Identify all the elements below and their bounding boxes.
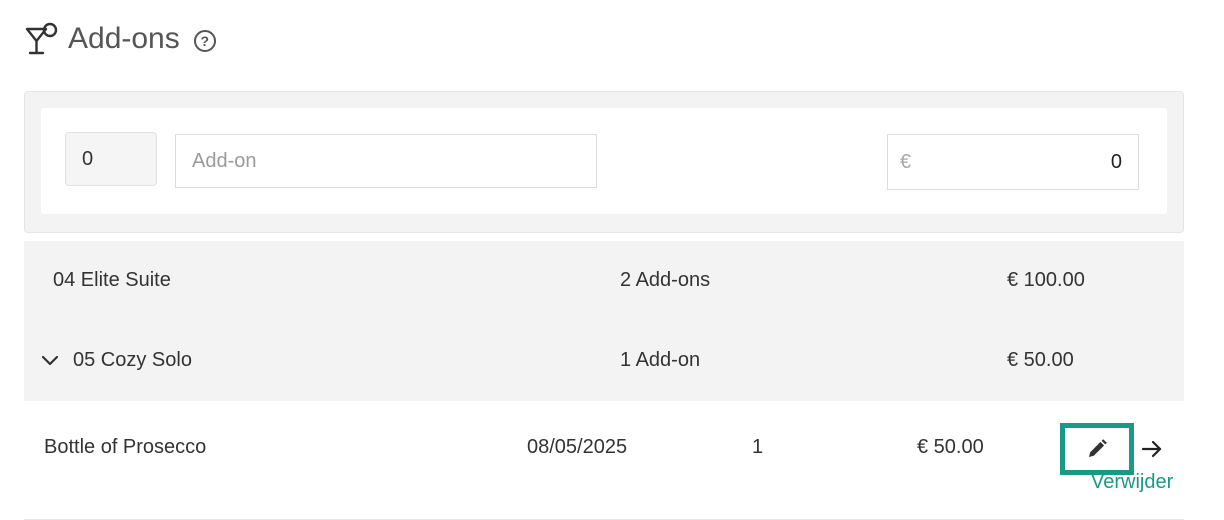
cocktail-icon bbox=[25, 22, 58, 55]
addon-name-input[interactable] bbox=[175, 134, 597, 188]
form-inner: € bbox=[41, 108, 1167, 214]
arrow-right-icon[interactable] bbox=[1140, 437, 1164, 461]
group-row-cozy-solo[interactable]: 05 Cozy Solo 1 Add-on € 50.00 bbox=[24, 321, 1184, 402]
group-count: 2 Add-ons bbox=[620, 269, 711, 291]
price-field[interactable]: € bbox=[887, 134, 1139, 190]
page-header: Add-ons ? bbox=[24, 22, 216, 56]
quantity-input[interactable] bbox=[65, 132, 157, 186]
currency-symbol: € bbox=[900, 150, 912, 173]
chevron-down-icon[interactable] bbox=[40, 351, 60, 371]
remove-link[interactable]: Verwijder bbox=[1091, 471, 1173, 494]
addon-name: Bottle of Prosecco bbox=[44, 436, 207, 458]
addon-quantity: 1 bbox=[752, 436, 764, 458]
help-icon[interactable]: ? bbox=[193, 30, 216, 52]
edit-button[interactable] bbox=[1060, 423, 1134, 475]
group-total: € 50.00 bbox=[1007, 349, 1074, 371]
price-input[interactable] bbox=[911, 149, 1138, 175]
group-count: 1 Add-on bbox=[620, 349, 701, 371]
add-addon-form: € bbox=[24, 91, 1184, 233]
addon-row: Bottle of Prosecco 08/05/2025 1 € 50.00 … bbox=[24, 401, 1184, 520]
group-name: 04 Elite Suite bbox=[53, 269, 171, 291]
addon-date: 08/05/2025 bbox=[527, 436, 628, 458]
pencil-icon bbox=[1089, 439, 1107, 457]
group-name: 05 Cozy Solo bbox=[73, 349, 192, 371]
page-title: Add-ons bbox=[68, 22, 180, 55]
group-row-elite-suite[interactable]: 04 Elite Suite 2 Add-ons € 100.00 bbox=[24, 241, 1184, 322]
group-total: € 100.00 bbox=[1007, 269, 1085, 291]
addon-price: € 50.00 bbox=[917, 436, 984, 458]
